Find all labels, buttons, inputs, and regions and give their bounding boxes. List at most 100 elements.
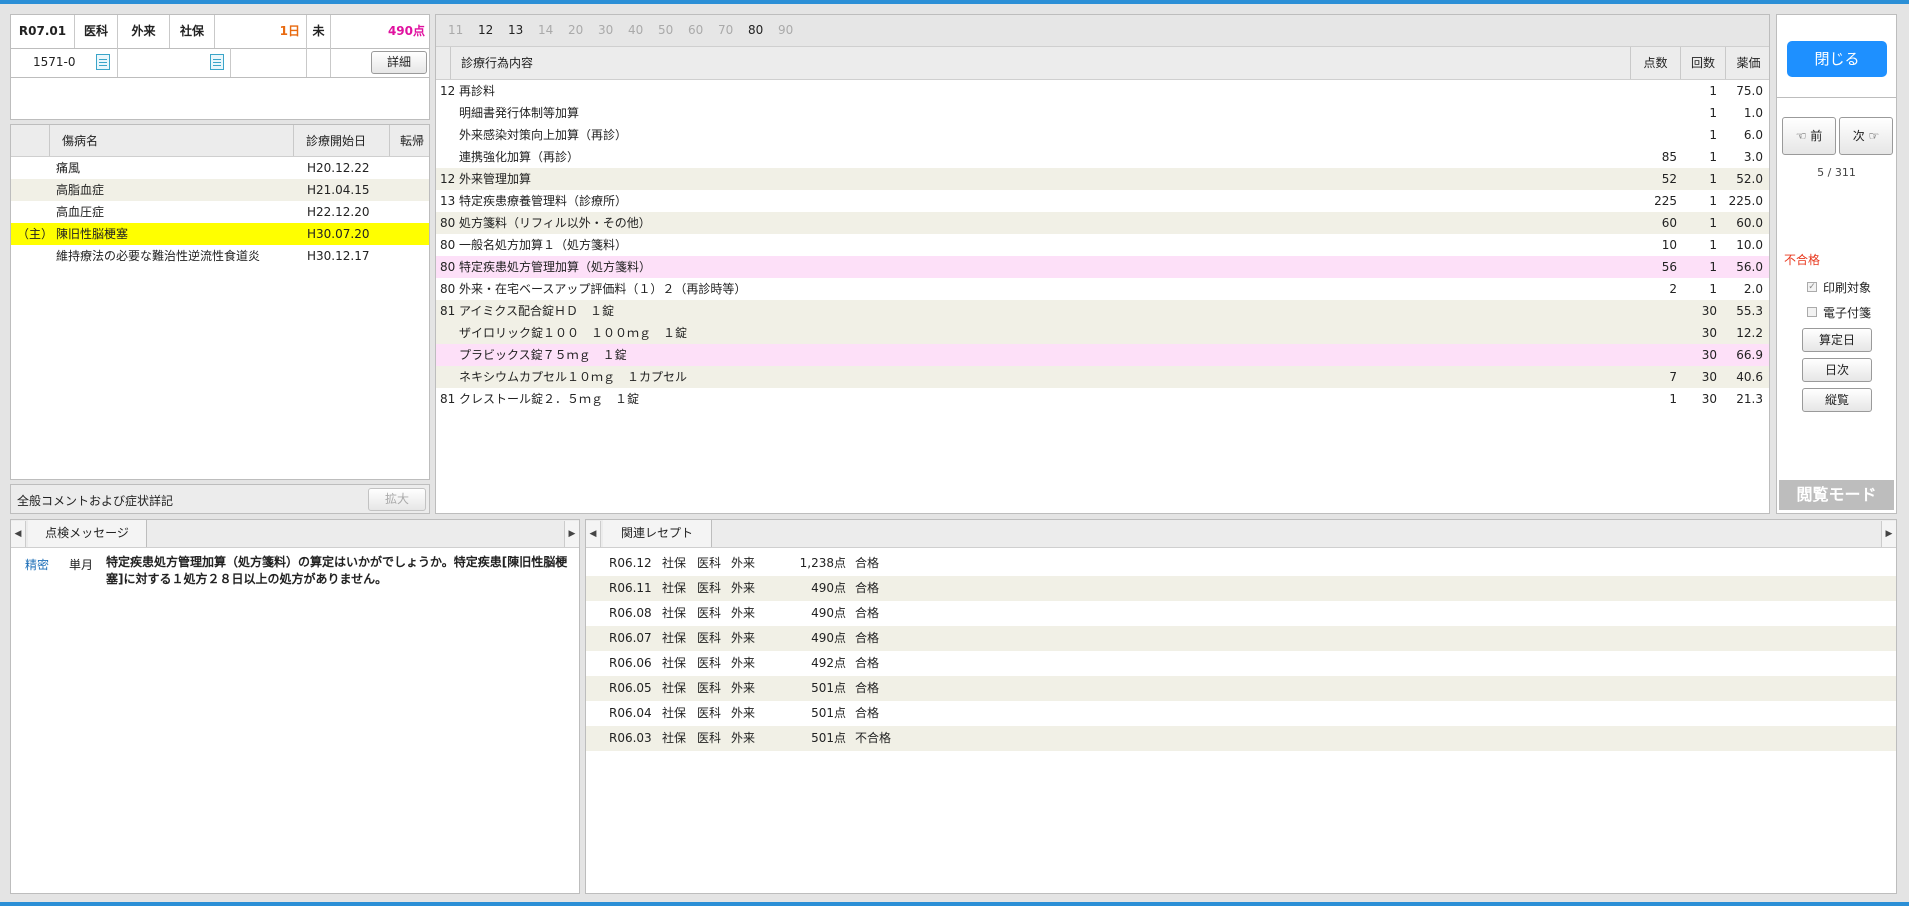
treatment-row[interactable]: 81 アイミクス配合錠ＨＤ １錠 30 55.3 — [436, 300, 1769, 322]
treatment-points: 56 — [1661, 260, 1677, 274]
code-tab-11[interactable]: 11 — [448, 23, 463, 37]
related-row[interactable]: R06.03 社保 医科 外来 501点 不合格 — [586, 726, 1896, 751]
code-tab-80[interactable]: 80 — [748, 23, 763, 37]
related-points: 492点 — [811, 656, 846, 670]
message-text: 特定疾患処方管理加算（処方箋料）の算定はいかがでしょうか。特定疾患[陳旧性脳梗塞… — [106, 555, 568, 586]
treatment-row[interactable]: 13 特定疾患療養管理料（診療所） 225 1 225.0 — [436, 190, 1769, 212]
related-points: 501点 — [811, 681, 846, 695]
disease-row[interactable]: 高血圧症 H22.12.20 — [11, 201, 429, 223]
treatment-row[interactable]: 81 クレストール錠２．５ｍｇ １錠 1 30 21.3 — [436, 388, 1769, 410]
treatment-row[interactable]: プラビックス錠７５ｍｇ １錠 30 66.9 — [436, 344, 1769, 366]
code-tab-90[interactable]: 90 — [778, 23, 793, 37]
col-outcome[interactable]: 転帰 — [390, 125, 429, 156]
treatment-name: 連携強化加算（再診） — [459, 150, 580, 164]
code-tab-30[interactable]: 30 — [598, 23, 613, 37]
treatment-points: 85 — [1661, 150, 1677, 164]
next-button[interactable]: 次 ☞ — [1839, 117, 1893, 155]
treatment-count: 1 — [1709, 238, 1717, 252]
code-tab-14[interactable]: 14 — [538, 23, 553, 37]
treatment-points: 1 — [1669, 392, 1677, 406]
scroll-left-icon[interactable]: ◀ — [586, 521, 601, 547]
code-tab-50[interactable]: 50 — [658, 23, 673, 37]
related-visit: 外来 — [731, 731, 756, 745]
disease-row[interactable]: （主） 陳旧性脳梗塞 H30.07.20 — [11, 223, 429, 245]
scroll-right-icon[interactable]: ▶ — [564, 521, 579, 547]
document-cell — [118, 48, 231, 77]
related-period: R06.04 — [609, 706, 652, 720]
treatment-rows: 12 再診料 1 75.0 明細書発行体制等加算 1 1.0 外来感染対策向上加算（再診） 1 6… — [436, 80, 1769, 500]
prev-label: 前 — [1810, 129, 1823, 143]
treatment-row[interactable]: 明細書発行体制等加算 1 1.0 — [436, 102, 1769, 124]
disease-list-panel: 傷病名 診療開始日 転帰 痛風 H20.12.22 高脂血症 H21.04.15 高血圧… — [10, 124, 430, 480]
e-note-checkbox[interactable] — [1807, 307, 1817, 317]
message-item[interactable]: 精密 単月 特定疾患処方管理加算（処方箋料）の算定はいかがでしょうか。特定疾患[陳旧… — [11, 555, 579, 596]
treatment-panel: 11 12 13 14 20 30 40 50 60 70 80 90 診療行為内容 点数 回数 薬価… — [435, 14, 1770, 514]
print-target-checkbox[interactable]: ✓ — [1807, 282, 1817, 292]
col-count[interactable]: 回数 — [1681, 47, 1726, 79]
code-tab-40[interactable]: 40 — [628, 23, 643, 37]
treatment-row[interactable]: 80 特定疾患処方管理加算（処方箋料） 56 1 56.0 — [436, 256, 1769, 278]
related-row[interactable]: R06.05 社保 医科 外来 501点 合格 — [586, 676, 1896, 701]
treatment-count: 1 — [1709, 194, 1717, 208]
treatment-row[interactable]: 80 外来・在宅ベースアップ評価料（１）２（再診時等） 2 1 2.0 — [436, 278, 1769, 300]
document-icon[interactable] — [210, 54, 224, 70]
treatment-name: 特定疾患処方管理加算（処方箋料） — [459, 260, 652, 274]
disease-row[interactable]: 高脂血症 H21.04.15 — [11, 179, 429, 201]
treatment-row[interactable]: 12 再診料 1 75.0 — [436, 80, 1769, 102]
treatment-price: 10.0 — [1736, 238, 1763, 252]
expand-button[interactable]: 拡大 — [368, 488, 426, 511]
document-icon[interactable] — [96, 54, 110, 70]
treatment-row[interactable]: 12 外来管理加算 52 1 52.0 — [436, 168, 1769, 190]
scroll-left-icon[interactable]: ◀ — [11, 521, 26, 547]
col-disease-name[interactable]: 傷病名 — [50, 125, 294, 156]
scroll-right-icon[interactable]: ▶ — [1881, 521, 1896, 547]
detail-button[interactable]: 詳細 — [371, 51, 427, 74]
vertical-button[interactable]: 縦覧 — [1802, 388, 1872, 412]
col-price[interactable]: 薬価 — [1726, 47, 1769, 79]
related-row[interactable]: R06.07 社保 医科 外来 490点 合格 — [586, 626, 1896, 651]
code-tab-60[interactable]: 60 — [688, 23, 703, 37]
related-dept: 医科 — [697, 631, 722, 645]
close-button[interactable]: 閉じる — [1787, 41, 1887, 77]
disease-row[interactable]: 維持療法の必要な難治性逆流性食道炎 H30.12.17 — [11, 245, 429, 267]
treatment-code: 80 — [440, 238, 456, 252]
treatment-row[interactable]: 連携強化加算（再診） 85 1 3.0 — [436, 146, 1769, 168]
treatment-row[interactable]: 80 一般名処方加算１（処方箋料） 10 1 10.0 — [436, 234, 1769, 256]
prev-button[interactable]: ☜ 前 — [1782, 117, 1836, 155]
related-row[interactable]: R06.11 社保 医科 外来 490点 合格 — [586, 576, 1896, 601]
related-row[interactable]: R06.06 社保 医科 外来 492点 合格 — [586, 651, 1896, 676]
disease-name: 高脂血症 — [56, 183, 105, 197]
points-cell: 490点 — [387, 24, 425, 38]
col-points[interactable]: 点数 — [1631, 47, 1681, 79]
related-row[interactable]: R06.12 社保 医科 外来 1,238点 合格 — [586, 551, 1896, 576]
code-tab-12[interactable]: 12 — [478, 23, 493, 37]
col-start-date[interactable]: 診療開始日 — [294, 125, 390, 156]
hand-right-icon: ☞ — [1868, 129, 1880, 143]
related-points: 501点 — [811, 731, 846, 745]
col-treatment-content[interactable]: 診療行為内容 — [451, 47, 1631, 79]
code-tab-20[interactable]: 20 — [568, 23, 583, 37]
daily-button[interactable]: 日次 — [1802, 358, 1872, 382]
tab-check-messages[interactable]: 点検メッセージ — [28, 520, 147, 547]
disease-row[interactable]: 痛風 H20.12.22 — [11, 157, 429, 179]
code-tab-70[interactable]: 70 — [718, 23, 733, 37]
treatment-points: 225 — [1654, 194, 1677, 208]
related-row[interactable]: R06.08 社保 医科 外来 490点 合格 — [586, 601, 1896, 626]
status-cell: 未 — [307, 15, 331, 48]
window-top-bar — [0, 0, 1909, 4]
treatment-row[interactable]: ネキシウムカプセル１０ｍｇ １カプセル 7 30 40.6 — [436, 366, 1769, 388]
treatment-row[interactable]: 80 処方箋料（リフィル以外・その他） 60 1 60.0 — [436, 212, 1769, 234]
calc-day-button[interactable]: 算定日 — [1802, 328, 1872, 352]
treatment-price: 2.0 — [1743, 282, 1763, 296]
related-period: R06.08 — [609, 606, 652, 620]
treatment-count: 30 — [1701, 326, 1717, 340]
treatment-count: 1 — [1709, 260, 1717, 274]
treatment-code: 81 — [440, 304, 456, 318]
related-row[interactable]: R06.04 社保 医科 外来 501点 合格 — [586, 701, 1896, 726]
code-tab-13[interactable]: 13 — [508, 23, 523, 37]
treatment-row[interactable]: 外来感染対策向上加算（再診） 1 6.0 — [436, 124, 1769, 146]
related-dept: 医科 — [697, 656, 722, 670]
treatment-header: 診療行為内容 点数 回数 薬価 — [436, 47, 1769, 80]
tab-related-receipts[interactable]: 関連レセプト — [603, 520, 712, 547]
treatment-row[interactable]: ザイロリック錠１００ １００ｍｇ １錠 30 12.2 — [436, 322, 1769, 344]
